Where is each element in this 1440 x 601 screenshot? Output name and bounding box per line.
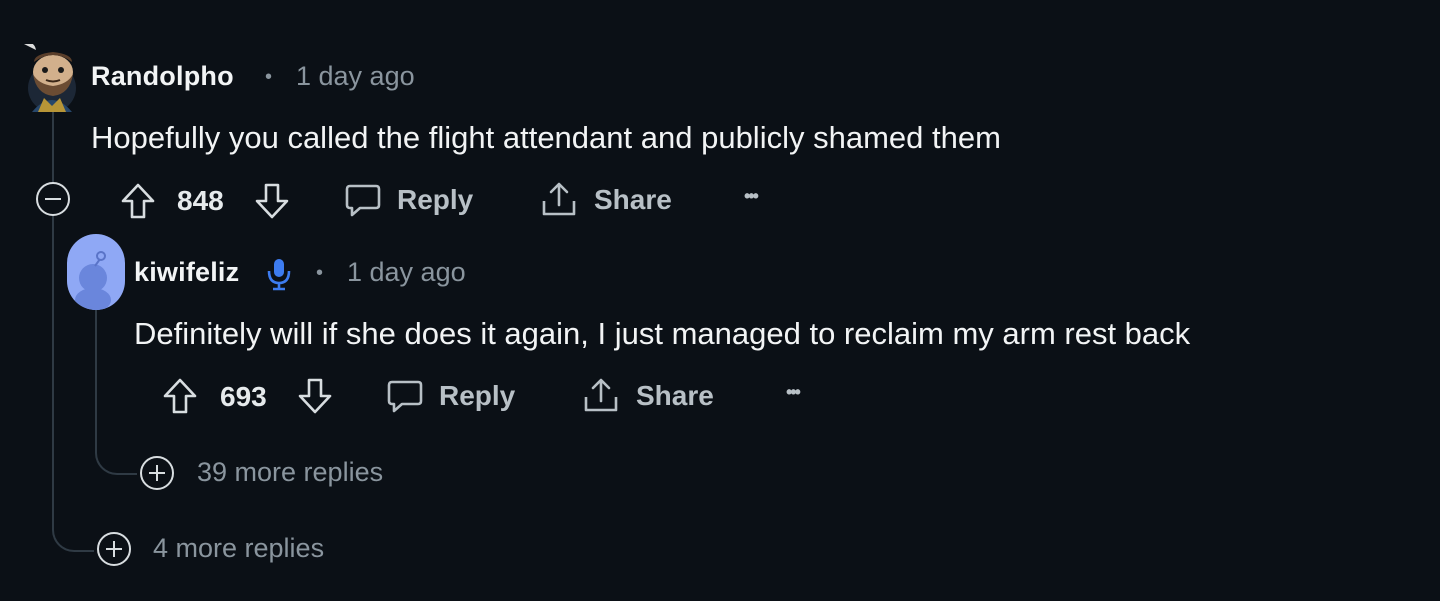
ellipsis-icon: ••• [744, 186, 759, 206]
comment-body: Definitely will if she does it again, I … [134, 316, 1191, 351]
comment-timestamp[interactable]: 1 day ago [296, 61, 415, 92]
share-button[interactable]: Share [582, 377, 714, 415]
upvote-button[interactable] [120, 182, 156, 220]
more-replies-link[interactable]: 39 more replies [197, 457, 383, 488]
comment-bubble-icon [387, 380, 423, 413]
comment-timestamp[interactable]: 1 day ago [347, 257, 466, 288]
arrow-down-icon [298, 378, 332, 414]
share-label: Share [636, 380, 714, 411]
ellipsis-icon: ••• [786, 382, 801, 402]
share-icon [584, 378, 618, 412]
meta-separator: • [265, 66, 273, 88]
microphone-icon [266, 257, 292, 296]
share-label: Share [594, 184, 672, 215]
expand-replies-icon[interactable] [140, 456, 174, 490]
comment-body: Hopefully you called the flight attendan… [91, 120, 1001, 155]
reply-button[interactable]: Reply [386, 377, 515, 415]
vote-score: 693 [220, 381, 267, 412]
thread-curve-child [95, 310, 137, 475]
share-icon [542, 182, 576, 216]
thread-line-root [52, 112, 54, 187]
upvote-button[interactable] [162, 377, 198, 415]
comment-username[interactable]: kiwifeliz [134, 257, 239, 288]
more-options-button[interactable]: ••• [786, 382, 801, 403]
downvote-button[interactable] [297, 377, 333, 415]
arrow-up-icon [121, 183, 155, 219]
reply-label: Reply [397, 184, 474, 215]
arrow-up-icon [163, 378, 197, 414]
avatar-randolpho[interactable] [24, 44, 80, 112]
avatar-kiwifeliz[interactable] [67, 234, 125, 310]
reply-label: Reply [439, 380, 516, 411]
expand-replies-icon[interactable] [97, 532, 131, 566]
comment-bubble-icon [345, 184, 381, 217]
more-replies-link[interactable]: 4 more replies [153, 533, 324, 564]
downvote-button[interactable] [254, 182, 290, 220]
comment-username[interactable]: Randolpho [91, 61, 234, 92]
more-options-button[interactable]: ••• [744, 186, 759, 207]
collapse-thread-button[interactable] [36, 182, 70, 216]
reply-button[interactable]: Reply [344, 181, 473, 219]
arrow-down-icon [255, 183, 289, 219]
share-button[interactable]: Share [540, 181, 672, 219]
meta-separator: • [316, 262, 324, 284]
vote-score: 848 [177, 185, 224, 216]
